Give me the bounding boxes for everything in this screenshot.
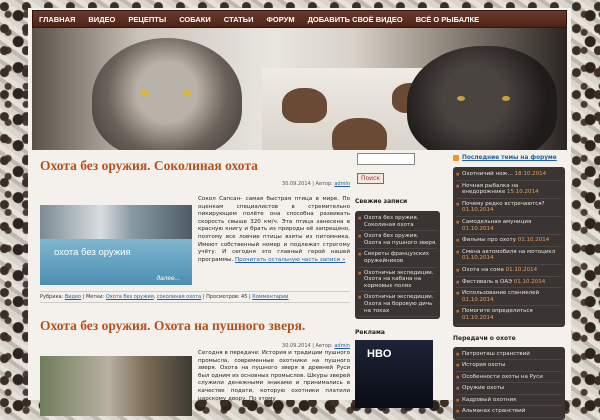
post-meta: 30.09.2014 | Автор: admin xyxy=(40,181,350,187)
show-item[interactable]: Кадровый охотник xyxy=(456,395,562,407)
post-excerpt: Сегодня в передаче: История и традиции п… xyxy=(198,350,350,403)
read-more-link[interactable]: Прочитать остальную часть записи » xyxy=(235,257,345,263)
fresh-post-item[interactable]: Охота без оружия. Соколиная охота xyxy=(358,213,437,231)
show-item[interactable]: Патронташ странствий xyxy=(456,349,562,361)
forum-topic[interactable]: Фильмы про охоту 01.10.2014 xyxy=(456,235,562,247)
gray-wolf-image xyxy=(92,38,242,150)
forum-feed-heading[interactable]: Последние темы на форуме xyxy=(453,155,565,161)
nav-forum[interactable]: Форум xyxy=(267,15,295,24)
fresh-post-item[interactable]: Охота без оружия. Охота на пушного зверя… xyxy=(358,231,437,249)
shows-heading: Передачи о охоте xyxy=(453,335,565,342)
show-item[interactable]: Альманах странствий xyxy=(456,406,562,418)
rubric-link[interactable]: Видео xyxy=(65,294,81,300)
nav-home[interactable]: Главная xyxy=(39,15,75,24)
forum-topic[interactable]: Охотничий нож… 18.10.2014 xyxy=(456,169,562,181)
nav-video[interactable]: Видео xyxy=(88,15,115,24)
forum-topic[interactable]: Фестиваль в ОАЭ 01.10.2014 xyxy=(456,277,562,289)
tags-label: | Метки: xyxy=(81,294,106,300)
shows-list: Патронташ странствий История охоты Особе… xyxy=(453,347,565,420)
forum-topic[interactable]: Почему редко встречаются? 01.10.2014 xyxy=(456,199,562,217)
rubric-label: Рубрика: xyxy=(40,294,65,300)
show-item[interactable]: Оружие охоты xyxy=(456,383,562,395)
forum-topic[interactable]: Смена автомобиля на мотоцикл 01.10.2014 xyxy=(456,247,562,265)
main-nav: Главная Видео Рецепты Собаки Статьи Фору… xyxy=(32,10,567,28)
ad-heading: Реклама xyxy=(355,329,440,336)
excerpt-text: Сокол Сапсан- самая быстрая птица в мире… xyxy=(198,196,350,263)
forum-topic[interactable]: Помогите определиться 01.10.2014 xyxy=(456,306,562,324)
forum-feed-title: Последние темы на форуме xyxy=(462,155,557,161)
nav-dogs[interactable]: Собаки xyxy=(179,15,211,24)
main-content: Охота без оружия. Соколиная охота 30.09.… xyxy=(40,158,350,187)
views-count: | Просмотров: 45 | xyxy=(201,294,252,300)
hbo-logo: HBO xyxy=(367,348,391,360)
nav-fishing[interactable]: Всё о рыбалке xyxy=(416,15,479,24)
forum-topic[interactable]: Самодельная амуниция 01.10.2014 xyxy=(456,217,562,235)
post-date: 30.09.2014 | Автор: xyxy=(282,181,334,187)
tag-link[interactable]: соколиная охота xyxy=(157,294,201,300)
thumbnail-caption: охота без оружия xyxy=(54,247,131,258)
post-author-link[interactable]: admin xyxy=(334,343,350,349)
post-footer: Рубрика: Видео | Метки: Охота без оружия… xyxy=(40,291,350,303)
nav-add-video[interactable]: Добавить своё видео xyxy=(308,15,403,24)
search-button[interactable]: Поиск xyxy=(357,173,384,184)
post-excerpt: Сокол Сапсан- самая быстрая птица в мире… xyxy=(198,196,350,264)
tag-link[interactable]: Охота без оружия xyxy=(106,294,154,300)
fresh-post-item[interactable]: Охотничьи экспедиции. Охота на боровую д… xyxy=(358,292,437,317)
forum-topic[interactable]: Использование спаниелей 01.10.2014 xyxy=(456,288,562,306)
rss-icon xyxy=(453,155,459,161)
excerpt-text: Сегодня в передаче: История и традиции п… xyxy=(198,350,350,402)
header-banner xyxy=(32,28,567,150)
show-item[interactable]: История охоты xyxy=(456,360,562,372)
fresh-posts-heading: Свежие записи xyxy=(355,198,440,205)
post-date: 30.09.2014 | Автор: xyxy=(282,343,334,349)
fresh-posts-list: Охота без оружия. Соколиная охота Охота … xyxy=(355,211,440,319)
left-sidebar: Поиск Свежие записи Охота без оружия. Со… xyxy=(355,153,440,408)
show-item[interactable]: Особенности охоты на Руси xyxy=(456,372,562,384)
comments-link[interactable]: Комментарии xyxy=(252,294,288,300)
page-container: Главная Видео Рецепты Собаки Статьи Фору… xyxy=(28,8,571,400)
forum-topic[interactable]: Ночная рыбалка на енедорожнике 15.10.201… xyxy=(456,181,562,199)
search-input[interactable] xyxy=(357,153,415,165)
post-meta: 30.09.2014 | Автор: admin xyxy=(40,343,350,349)
nav-articles[interactable]: Статьи xyxy=(224,15,254,24)
post-thumbnail[interactable]: охота без оружия далее... xyxy=(40,205,192,285)
right-sidebar: Последние темы на форуме Охотничий нож… … xyxy=(453,155,565,420)
fresh-post-item[interactable]: Секреты французских оружейников xyxy=(358,249,437,267)
post-title[interactable]: Охота без оружия. Соколиная охота xyxy=(40,158,350,174)
post-thumbnail[interactable] xyxy=(40,356,192,416)
forum-topic[interactable]: Охота на сома 01.10.2014 xyxy=(456,265,562,277)
black-wolf-image xyxy=(407,46,557,150)
forum-topics-list: Охотничий нож… 18.10.2014 Ночная рыбалка… xyxy=(453,167,565,327)
thumbnail-more: далее... xyxy=(157,275,180,282)
post-title[interactable]: Охота без оружия. Охота на пушного зверя… xyxy=(40,318,305,334)
ad-banner[interactable]: HBO xyxy=(355,340,433,408)
nav-recipes[interactable]: Рецепты xyxy=(128,15,166,24)
fresh-post-item[interactable]: Охотничьи экспедиции. Охота на кабана на… xyxy=(358,268,437,293)
post-author-link[interactable]: admin xyxy=(334,181,350,187)
